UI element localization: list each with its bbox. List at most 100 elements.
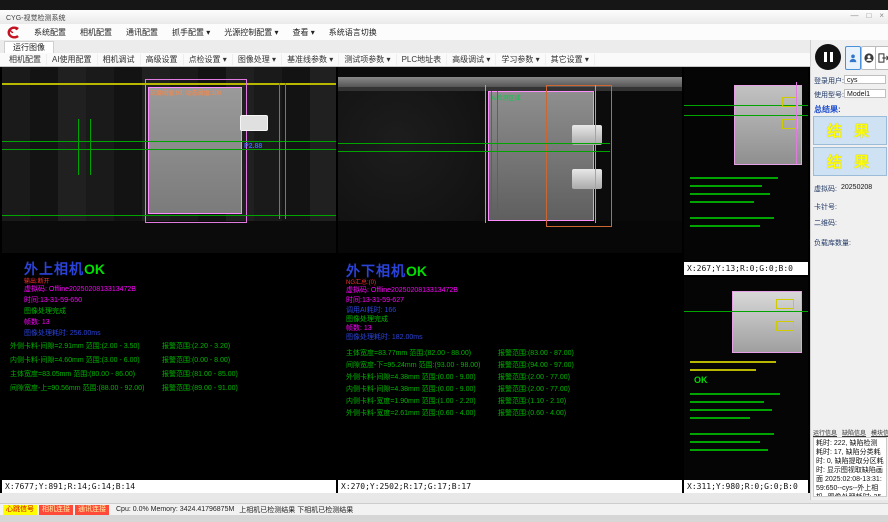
- overlay-magenta-vline: [796, 82, 797, 164]
- menu-item-system-config[interactable]: 系统配置: [27, 27, 73, 38]
- log-tab-module[interactable]: 模块信息: [871, 428, 888, 437]
- tool-baseline-params[interactable]: 基准线参数 ▾: [282, 54, 339, 65]
- result-box-1: 结 果: [813, 116, 887, 145]
- log-tabs: 运行信息 缺陷信息 模块信息: [813, 428, 887, 437]
- measurement-row: 间隙宽度-上=90.56mm 范围:(88.00 - 92.00) 报警范围:(…: [2, 383, 336, 395]
- text-line: [690, 361, 776, 363]
- bottom-strip: [0, 515, 888, 522]
- text-line: [690, 409, 772, 411]
- measurement-text: 外侧卡料-间隙=2.91mm 范围:(2.00 - 3.50): [10, 341, 140, 351]
- overlay-yellow-box: [776, 299, 794, 309]
- overlay-green-vline: [491, 91, 492, 219]
- measurement-row: 外侧卡料-宽度=2.61mm 范围:(0.60 - 4.00) 报警范围:(0.…: [338, 408, 682, 420]
- measurement-text: 内侧卡料-宽度=1.90mm 范围:(1.00 - 2.20): [346, 396, 476, 406]
- machine-shadow: [610, 91, 682, 221]
- tool-advanced-settings[interactable]: 高级设置: [141, 54, 184, 65]
- tool-ai-usage-config[interactable]: AI使用配置: [47, 54, 98, 65]
- logout-button[interactable]: [875, 46, 888, 70]
- tool-spot-check[interactable]: 点检设置 ▾: [184, 54, 233, 65]
- menu-item-comm-config[interactable]: 通讯配置: [119, 27, 165, 38]
- middle-camera-info: 外下相机OK NG汇总:(0) 虚拟码: Offline202502081331…: [338, 253, 682, 480]
- metal-part: [572, 169, 602, 189]
- measurement-row: 间隙宽度-下=95.24mm 范围:(93.00 - 98.00) 报警范围:(…: [338, 360, 682, 372]
- elapsed-line: 图像处理耗时: 182.00ms: [346, 332, 423, 342]
- text-line: [690, 417, 750, 419]
- left-coordinate-bar: X:7677;Y:891;R:14;G:14;B:14: [2, 480, 336, 493]
- tool-camera-config[interactable]: 相机配置: [4, 54, 47, 65]
- log-tab-run[interactable]: 运行信息: [813, 428, 837, 437]
- vcode-value: 20250208: [841, 184, 872, 191]
- text-line: [690, 369, 756, 371]
- menu-item-language[interactable]: 系统语言切换: [322, 27, 384, 38]
- tool-plc-address[interactable]: PLC地址表: [397, 54, 448, 65]
- tool-camera-debug[interactable]: 相机调试: [98, 54, 141, 65]
- alarm-range-text: 报警范围:(0.00 - 8.00): [162, 355, 230, 365]
- login-user-label: 登录用户:: [814, 76, 844, 86]
- middle-coordinate-bar: X:270;Y:2502;R:17;G:17;B:17: [338, 480, 682, 493]
- alarm-range-text: 报警范围:(2.20 - 3.20): [162, 341, 230, 351]
- mini-view-top[interactable]: X:267;Y:13;R:0;G:0;B:0: [684, 67, 808, 275]
- tool-test-params[interactable]: 测试项参数 ▾: [339, 54, 396, 65]
- measurement-row: 主体宽度=83.05mm 范围:(80.00 - 86.00) 报警范围:(81…: [2, 369, 336, 381]
- tool-advanced-debug[interactable]: 高级调试 ▾: [447, 54, 496, 65]
- text-line: [690, 185, 762, 187]
- alarm-range-text: 报警范围:(81.00 - 85.00): [162, 369, 238, 379]
- status-bar: 心跳信号 相机连接 通讯连接 Cpu: 0.0% Memory: 3424.41…: [0, 503, 888, 515]
- cpu-memory-status: Cpu: 0.0% Memory: 3424.41796875M: [116, 506, 234, 513]
- overlay-cyan-vline: [279, 83, 280, 219]
- mini-view-bottom[interactable]: OK X:311;Y:980;R:0;G:0;B:0: [684, 277, 808, 493]
- mini-bottom-coordinate-bar: X:311;Y:980;R:0;G:0;B:0: [684, 480, 808, 493]
- menu-item-view[interactable]: 查看 ▾: [286, 27, 322, 38]
- result-box-2: 结 果: [813, 147, 887, 176]
- menu-item-camera-config[interactable]: 相机配置: [73, 27, 119, 38]
- menu-item-light-config[interactable]: 光源控制配置 ▾: [217, 27, 285, 38]
- alarm-range-text: 报警范围:(0.60 - 4.00): [498, 408, 566, 418]
- text-line: [690, 401, 764, 403]
- main-view-area: 灰度阈值:93, 动态阈值:100 P2.88 外上相机OK 输出:断开 虚拟码…: [0, 67, 810, 493]
- overlay-green-vline: [497, 91, 498, 219]
- measurement-text: 外侧卡料-宽度=2.61mm 范围:(0.60 - 4.00): [346, 408, 476, 418]
- comm-connection-badge: 通讯连接: [75, 505, 109, 515]
- measurement-row: 主体宽度=83.77mm 范围:(82.00 - 88.00) 报警范围:(83…: [338, 348, 682, 360]
- login-user-field[interactable]: cys: [844, 75, 886, 84]
- workpiece-block: [148, 87, 242, 214]
- text-line: [690, 433, 774, 435]
- overlay-green-hline: [338, 151, 610, 152]
- log-text: 耗时: 222, 缺陷检测耗时: 17, 缺陷分类耗时: 0, 缺陷提取分区耗时…: [813, 437, 887, 497]
- metal-part: [572, 125, 602, 145]
- text-line: [690, 193, 770, 195]
- side-panel: 登录用户: cys 使用型号: Model1 总结果: 结 果 结 果 虚拟码:…: [810, 40, 888, 500]
- measurement-row: 内侧卡料-宽度=1.90mm 范围:(1.00 - 2.20) 报警范围:(1.…: [338, 396, 682, 408]
- tool-learning-params[interactable]: 学习参数 ▾: [496, 54, 545, 65]
- left-camera-image[interactable]: 灰度阈值:93, 动态阈值:100 P2.88: [2, 67, 336, 253]
- middle-camera-image[interactable]: AI检测区域: [338, 67, 682, 253]
- menu-item-gripper-config[interactable]: 抓手配置 ▾: [165, 27, 217, 38]
- pause-button[interactable]: [815, 44, 841, 70]
- overlay-yellow-box: [776, 321, 794, 331]
- heartbeat-badge: 心跳信号: [3, 505, 37, 515]
- minimize-icon[interactable]: —: [850, 11, 858, 20]
- tool-other-settings[interactable]: 其它设置 ▾: [546, 54, 595, 65]
- left-camera-panel: 灰度阈值:93, 动态阈值:100 P2.88 外上相机OK 输出:断开 虚拟码…: [2, 67, 336, 493]
- model-field[interactable]: Model1: [844, 89, 886, 98]
- total-result-label: 总结果:: [814, 104, 841, 115]
- user-login-button[interactable]: [845, 46, 861, 70]
- barcode-line: 虚拟码: Offline2025020813313472B: [24, 284, 136, 294]
- process-done-line: 图像处理完成: [24, 306, 66, 316]
- machine-rail: [338, 77, 682, 87]
- machine-body: [338, 91, 488, 221]
- image-shadow: [338, 221, 682, 253]
- image-shadow: [2, 221, 336, 253]
- alarm-range-text: 报警范围:(2.00 - 77.00): [498, 384, 570, 394]
- log-tab-defect[interactable]: 缺陷信息: [842, 428, 866, 437]
- overlay-green-hline: [684, 311, 808, 312]
- gap-strip: [0, 493, 810, 503]
- close-icon[interactable]: ×: [879, 11, 884, 20]
- alarm-range-text: 报警范围:(89.00 - 91.00): [162, 383, 238, 393]
- desktop-strip: [0, 0, 888, 10]
- overlay-green-hline: [338, 143, 610, 144]
- maximize-icon[interactable]: □: [866, 11, 871, 20]
- camera-name: 外上相机: [24, 261, 84, 277]
- tool-image-processing[interactable]: 图像处理 ▾: [233, 54, 282, 65]
- window-title: CYG-视觉检测系统: [6, 13, 66, 23]
